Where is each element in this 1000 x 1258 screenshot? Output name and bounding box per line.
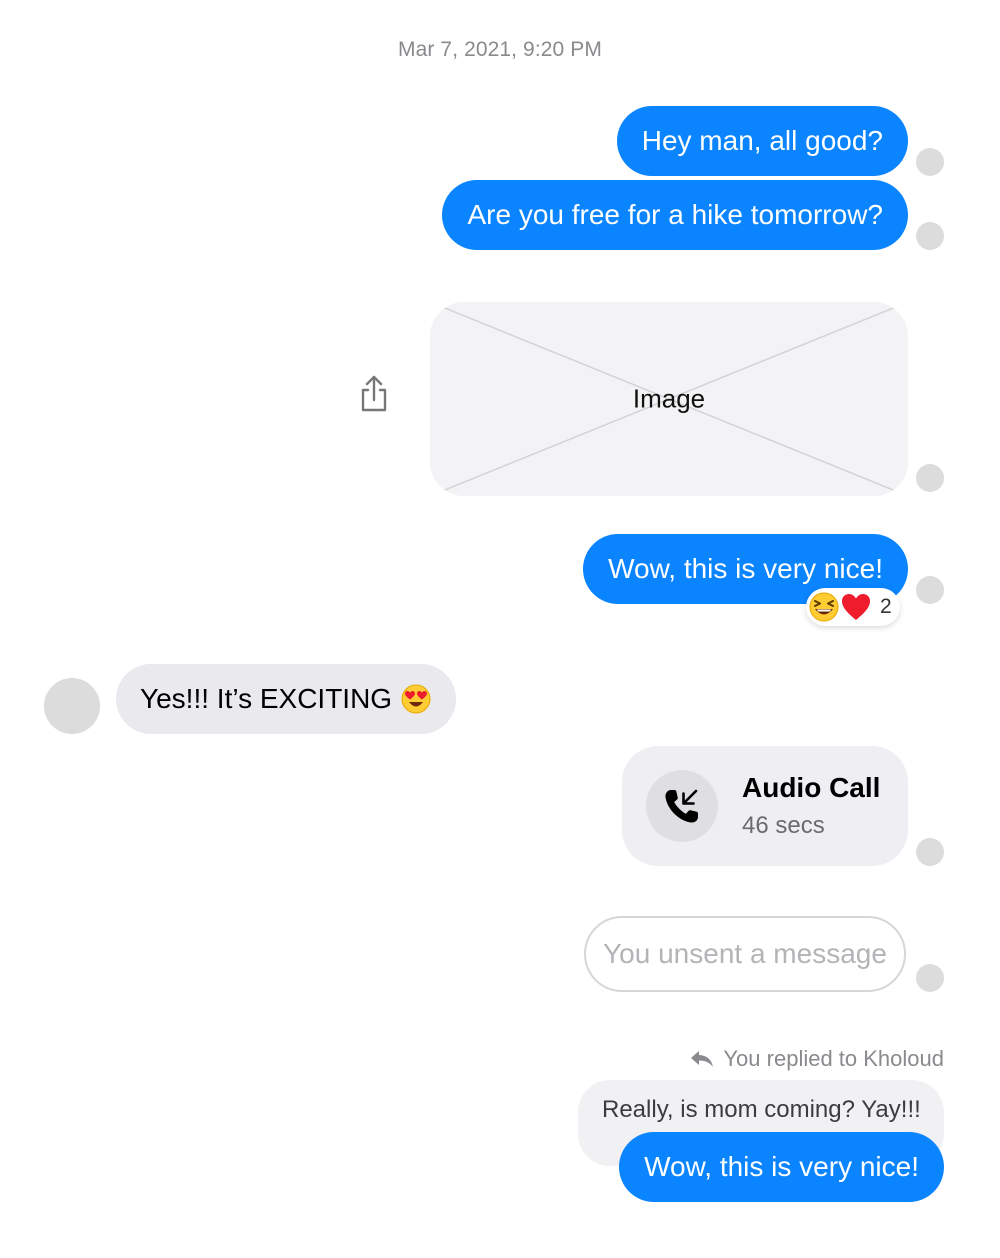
reply-indicator-text: You replied to Kholoud [723,1046,944,1071]
outgoing-message-bubble[interactable]: Are you free for a hike tomorrow? [442,180,908,250]
quoted-message-text: Really, is mom coming? Yay!!! [602,1096,921,1123]
outgoing-reply-bubble[interactable]: Wow, this is very nice! [619,1132,944,1202]
read-receipt-avatar [916,576,944,604]
read-receipt-avatar [916,222,944,250]
incoming-message-text: Yes!!! It’s EXCITING [140,683,393,714]
call-title: Audio Call [742,772,881,803]
heart-eyes-face-icon [400,683,432,715]
unsent-message-bubble[interactable]: You unsent a message [584,916,906,992]
read-receipt-avatar [916,964,944,992]
reply-indicator: You replied to Kholoud [689,1046,944,1072]
incoming-message-bubble[interactable]: Yes!!! It’s EXCITING [116,664,457,734]
reply-arrow-icon [689,1048,715,1070]
laughing-face-icon [808,591,840,623]
read-receipt-avatar [916,148,944,176]
share-icon[interactable] [357,374,391,414]
call-duration: 46 secs [742,812,825,839]
outgoing-message-bubble[interactable]: Hey man, all good? [616,106,908,176]
read-receipt-avatar [916,838,944,866]
conversation-timestamp: Mar 7, 2021, 9:20 PM [398,38,602,61]
contact-avatar[interactable] [44,678,100,734]
reaction-count: 2 [880,595,892,618]
red-heart-icon [840,591,872,623]
reaction-bar[interactable]: 2 [806,588,900,626]
incoming-call-icon [646,770,718,842]
image-attachment[interactable]: Image [430,302,908,496]
read-receipt-avatar [916,464,944,492]
audio-call-card[interactable]: Audio Call 46 secs [622,746,908,866]
image-label: Image [632,383,706,414]
